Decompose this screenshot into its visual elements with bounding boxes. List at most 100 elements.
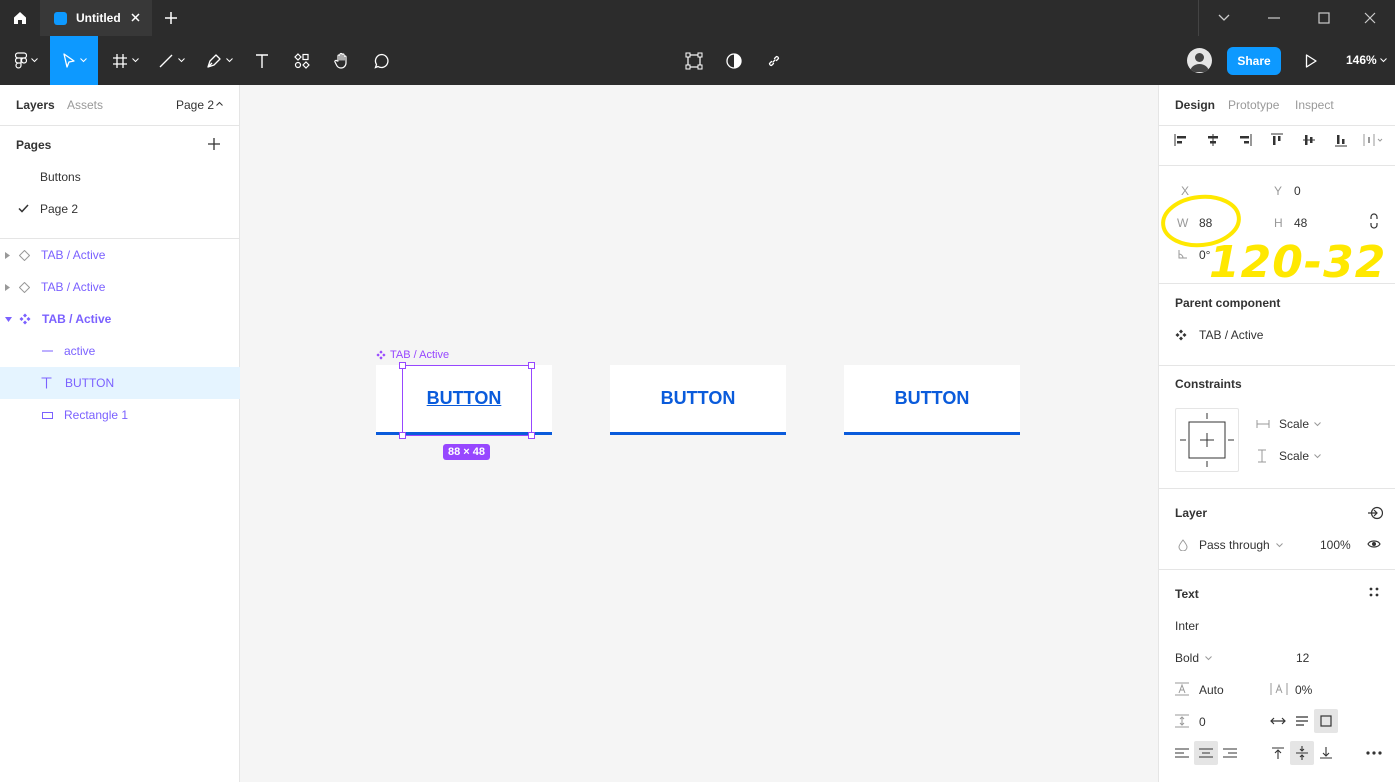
align-text-bottom-button[interactable] <box>1314 741 1338 765</box>
present-button[interactable] <box>1298 36 1324 85</box>
user-avatar[interactable] <box>1187 48 1212 73</box>
styles-grid-icon <box>1369 587 1379 597</box>
align-right-button[interactable] <box>1233 128 1257 152</box>
toolbar: Share 146% <box>0 36 1395 85</box>
tab-inspect[interactable]: Inspect <box>1295 98 1334 112</box>
frame-tool-button[interactable] <box>106 36 144 85</box>
constrain-proportions-button[interactable] <box>1368 213 1380 229</box>
divider <box>1159 283 1395 284</box>
layer-row[interactable]: TAB / Active <box>0 239 240 271</box>
align-text-middle-button[interactable] <box>1290 741 1314 765</box>
main-menu-button[interactable] <box>6 36 46 85</box>
opacity-input[interactable]: 100% <box>1320 538 1351 552</box>
layer-row-selected[interactable]: BUTTON <box>0 367 240 399</box>
more-text-options-button[interactable] <box>1362 741 1386 765</box>
component-action-button[interactable] <box>680 36 708 85</box>
close-window-button[interactable] <box>1345 0 1395 36</box>
tab-component[interactable]: BUTTON <box>610 365 786 435</box>
distribute-button[interactable] <box>1361 128 1385 152</box>
text-tool-button[interactable] <box>248 36 276 85</box>
fixed-size-button[interactable] <box>1314 709 1338 733</box>
comment-icon <box>374 53 389 69</box>
tab-prototype[interactable]: Prototype <box>1228 98 1279 112</box>
divider <box>1159 165 1395 166</box>
align-horizontal-center-button[interactable] <box>1201 128 1225 152</box>
mask-button[interactable] <box>720 36 748 85</box>
file-tab[interactable]: Untitled <box>40 0 152 36</box>
line-tool-button[interactable] <box>152 36 190 85</box>
maximize-button[interactable] <box>1299 0 1349 36</box>
new-tab-button[interactable] <box>162 9 180 27</box>
auto-width-button[interactable] <box>1266 709 1290 733</box>
parent-component-link[interactable]: TAB / Active <box>1175 328 1263 342</box>
link-button[interactable] <box>760 36 788 85</box>
layer-row[interactable]: active <box>0 335 240 367</box>
resources-tool-button[interactable] <box>288 36 316 85</box>
letter-spacing-input[interactable]: 0% <box>1295 683 1312 697</box>
share-button[interactable]: Share <box>1227 47 1281 75</box>
transform-icon <box>685 52 703 69</box>
align-top-button[interactable] <box>1265 128 1289 152</box>
text-align-left-icon <box>1175 748 1189 758</box>
resize-handle[interactable] <box>528 362 535 369</box>
constraints-widget[interactable] <box>1175 408 1239 472</box>
home-button[interactable] <box>0 0 40 36</box>
rectangle-layer-icon <box>42 411 53 419</box>
selection-box[interactable] <box>402 365 532 436</box>
tabs-dropdown-button[interactable] <box>1199 0 1249 36</box>
comment-tool-button[interactable] <box>368 36 396 85</box>
text-align-left-button[interactable] <box>1170 741 1194 765</box>
tab-layers[interactable]: Layers <box>16 98 55 112</box>
resize-handle[interactable] <box>399 432 406 439</box>
page-item-page-2[interactable]: Page 2 <box>40 202 78 216</box>
pen-tool-button[interactable] <box>200 36 238 85</box>
tab-design[interactable]: Design <box>1175 98 1215 112</box>
mask-icon <box>726 52 742 69</box>
page-item-buttons[interactable]: Buttons <box>40 170 81 184</box>
align-left-icon <box>1174 134 1186 146</box>
add-page-button[interactable] <box>207 137 221 151</box>
move-tool-button[interactable] <box>50 36 98 85</box>
zoom-value: 146% <box>1346 53 1377 67</box>
text-align-center-button[interactable] <box>1194 741 1218 765</box>
layer-row[interactable]: Rectangle 1 <box>0 399 240 431</box>
align-bottom-button[interactable] <box>1329 128 1353 152</box>
h-input[interactable]: 48 <box>1294 216 1307 230</box>
layer-label: TAB / Active <box>41 248 106 262</box>
close-tab-icon[interactable] <box>129 11 142 24</box>
hand-tool-button[interactable] <box>328 36 356 85</box>
vertical-constraint-select[interactable]: Scale <box>1279 449 1321 463</box>
chevron-down-icon <box>1314 421 1321 426</box>
minimize-button[interactable] <box>1249 0 1299 36</box>
align-vertical-center-button[interactable] <box>1297 128 1321 152</box>
horizontal-constraint-select[interactable]: Scale <box>1279 417 1321 431</box>
tab-component[interactable]: BUTTON <box>844 365 1020 435</box>
resize-handle[interactable] <box>399 362 406 369</box>
auto-height-button[interactable] <box>1290 709 1314 733</box>
font-weight-select[interactable]: Bold <box>1175 651 1212 665</box>
layer-row[interactable]: TAB / Active <box>0 303 240 335</box>
components-icon <box>294 52 310 69</box>
align-left-button[interactable] <box>1169 128 1193 152</box>
align-text-top-button[interactable] <box>1266 741 1290 765</box>
layer-row[interactable]: TAB / Active <box>0 271 240 303</box>
font-family-select[interactable]: Inter <box>1175 619 1199 633</box>
line-height-input[interactable]: Auto <box>1199 683 1224 697</box>
visibility-toggle[interactable] <box>1367 539 1381 549</box>
paragraph-spacing-input[interactable]: 0 <box>1199 715 1206 729</box>
caret-right-icon <box>5 251 10 259</box>
y-input[interactable]: 0 <box>1294 184 1301 198</box>
blend-mode-select[interactable]: Pass through <box>1199 538 1283 552</box>
zoom-dropdown[interactable]: 146% <box>1346 53 1377 67</box>
page-dropdown[interactable]: Page 2 <box>176 98 214 112</box>
frame-label[interactable]: TAB / Active <box>376 349 449 361</box>
canvas[interactable]: TAB / Active BUTTON BUTTON BUTTON 88 × 4… <box>240 85 1158 782</box>
chevron-up-icon <box>216 101 223 106</box>
font-size-input[interactable]: 12 <box>1296 651 1309 665</box>
component-properties-button[interactable] <box>1367 505 1383 521</box>
text-styles-button[interactable] <box>1369 587 1379 597</box>
text-align-right-button[interactable] <box>1218 741 1242 765</box>
file-tab-title: Untitled <box>76 11 121 25</box>
tab-assets[interactable]: Assets <box>67 98 103 112</box>
resize-handle[interactable] <box>528 432 535 439</box>
